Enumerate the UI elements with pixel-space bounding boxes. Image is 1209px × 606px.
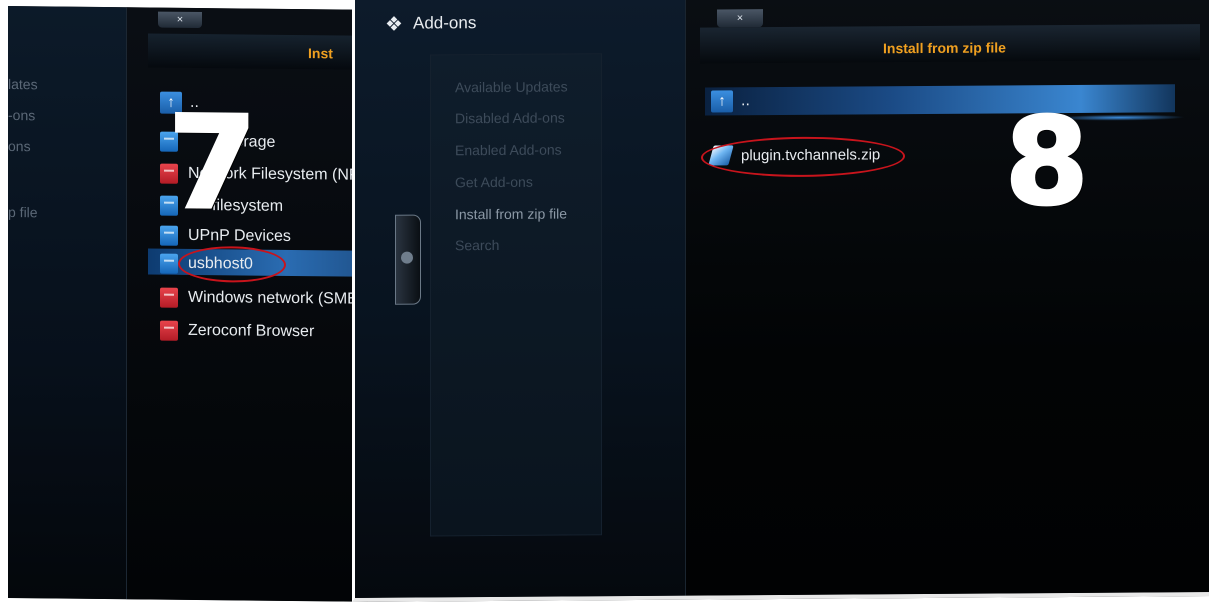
arrow-up-icon: ↑	[711, 90, 733, 113]
side-menu-item[interactable]: -ons	[8, 107, 35, 123]
step7-screenshot-panel: lates -ons ons p file × Inst ↑ .. storag…	[8, 6, 368, 602]
side-menu-item-active[interactable]: Install from zip file	[455, 205, 567, 222]
close-button[interactable]: ×	[717, 9, 763, 28]
dialog-title: Inst	[308, 45, 333, 62]
puzzle-piece-icon: ❖	[385, 13, 403, 36]
red-network-icon	[160, 287, 178, 308]
side-menu-item[interactable]: Enabled Add-ons	[455, 142, 562, 159]
slide-handle[interactable]	[395, 214, 421, 305]
dialog-title: Install from zip file	[883, 39, 1006, 57]
side-menu-item[interactable]: Get Add-ons	[455, 174, 533, 191]
side-menu-item[interactable]: p file	[8, 204, 38, 220]
list-item-label: Zeroconf Browser	[188, 321, 315, 341]
side-menu-item[interactable]: ons	[8, 138, 31, 154]
step8-screenshot-panel: ❖ Add-ons Available Updates Disabled Add…	[352, 0, 1209, 602]
red-network-icon	[160, 320, 178, 341]
page-title: Add-ons	[413, 13, 477, 33]
step-number-annotation: 8	[1004, 91, 1091, 234]
list-item[interactable]: Windows network (SMB)	[160, 287, 364, 310]
side-menu-item[interactable]: Search	[455, 237, 499, 253]
list-item[interactable]: Zeroconf Browser	[160, 320, 315, 343]
side-menu-item[interactable]: Available Updates	[455, 78, 568, 95]
side-menu-item[interactable]: lates	[8, 76, 38, 92]
side-menu-item[interactable]: Disabled Add-ons	[455, 110, 565, 127]
parent-folder-highlight	[705, 84, 1175, 116]
parent-folder-label: ..	[741, 92, 750, 110]
close-button[interactable]: ×	[158, 11, 202, 29]
dialog-title-bar	[148, 33, 368, 70]
blue-drive-icon	[160, 253, 178, 274]
handle-dot-icon	[401, 251, 413, 264]
list-item-label: Windows network (SMB)	[188, 288, 364, 308]
parent-folder-row[interactable]: ↑ ..	[711, 90, 750, 113]
step-number-annotation: 7	[167, 87, 259, 240]
